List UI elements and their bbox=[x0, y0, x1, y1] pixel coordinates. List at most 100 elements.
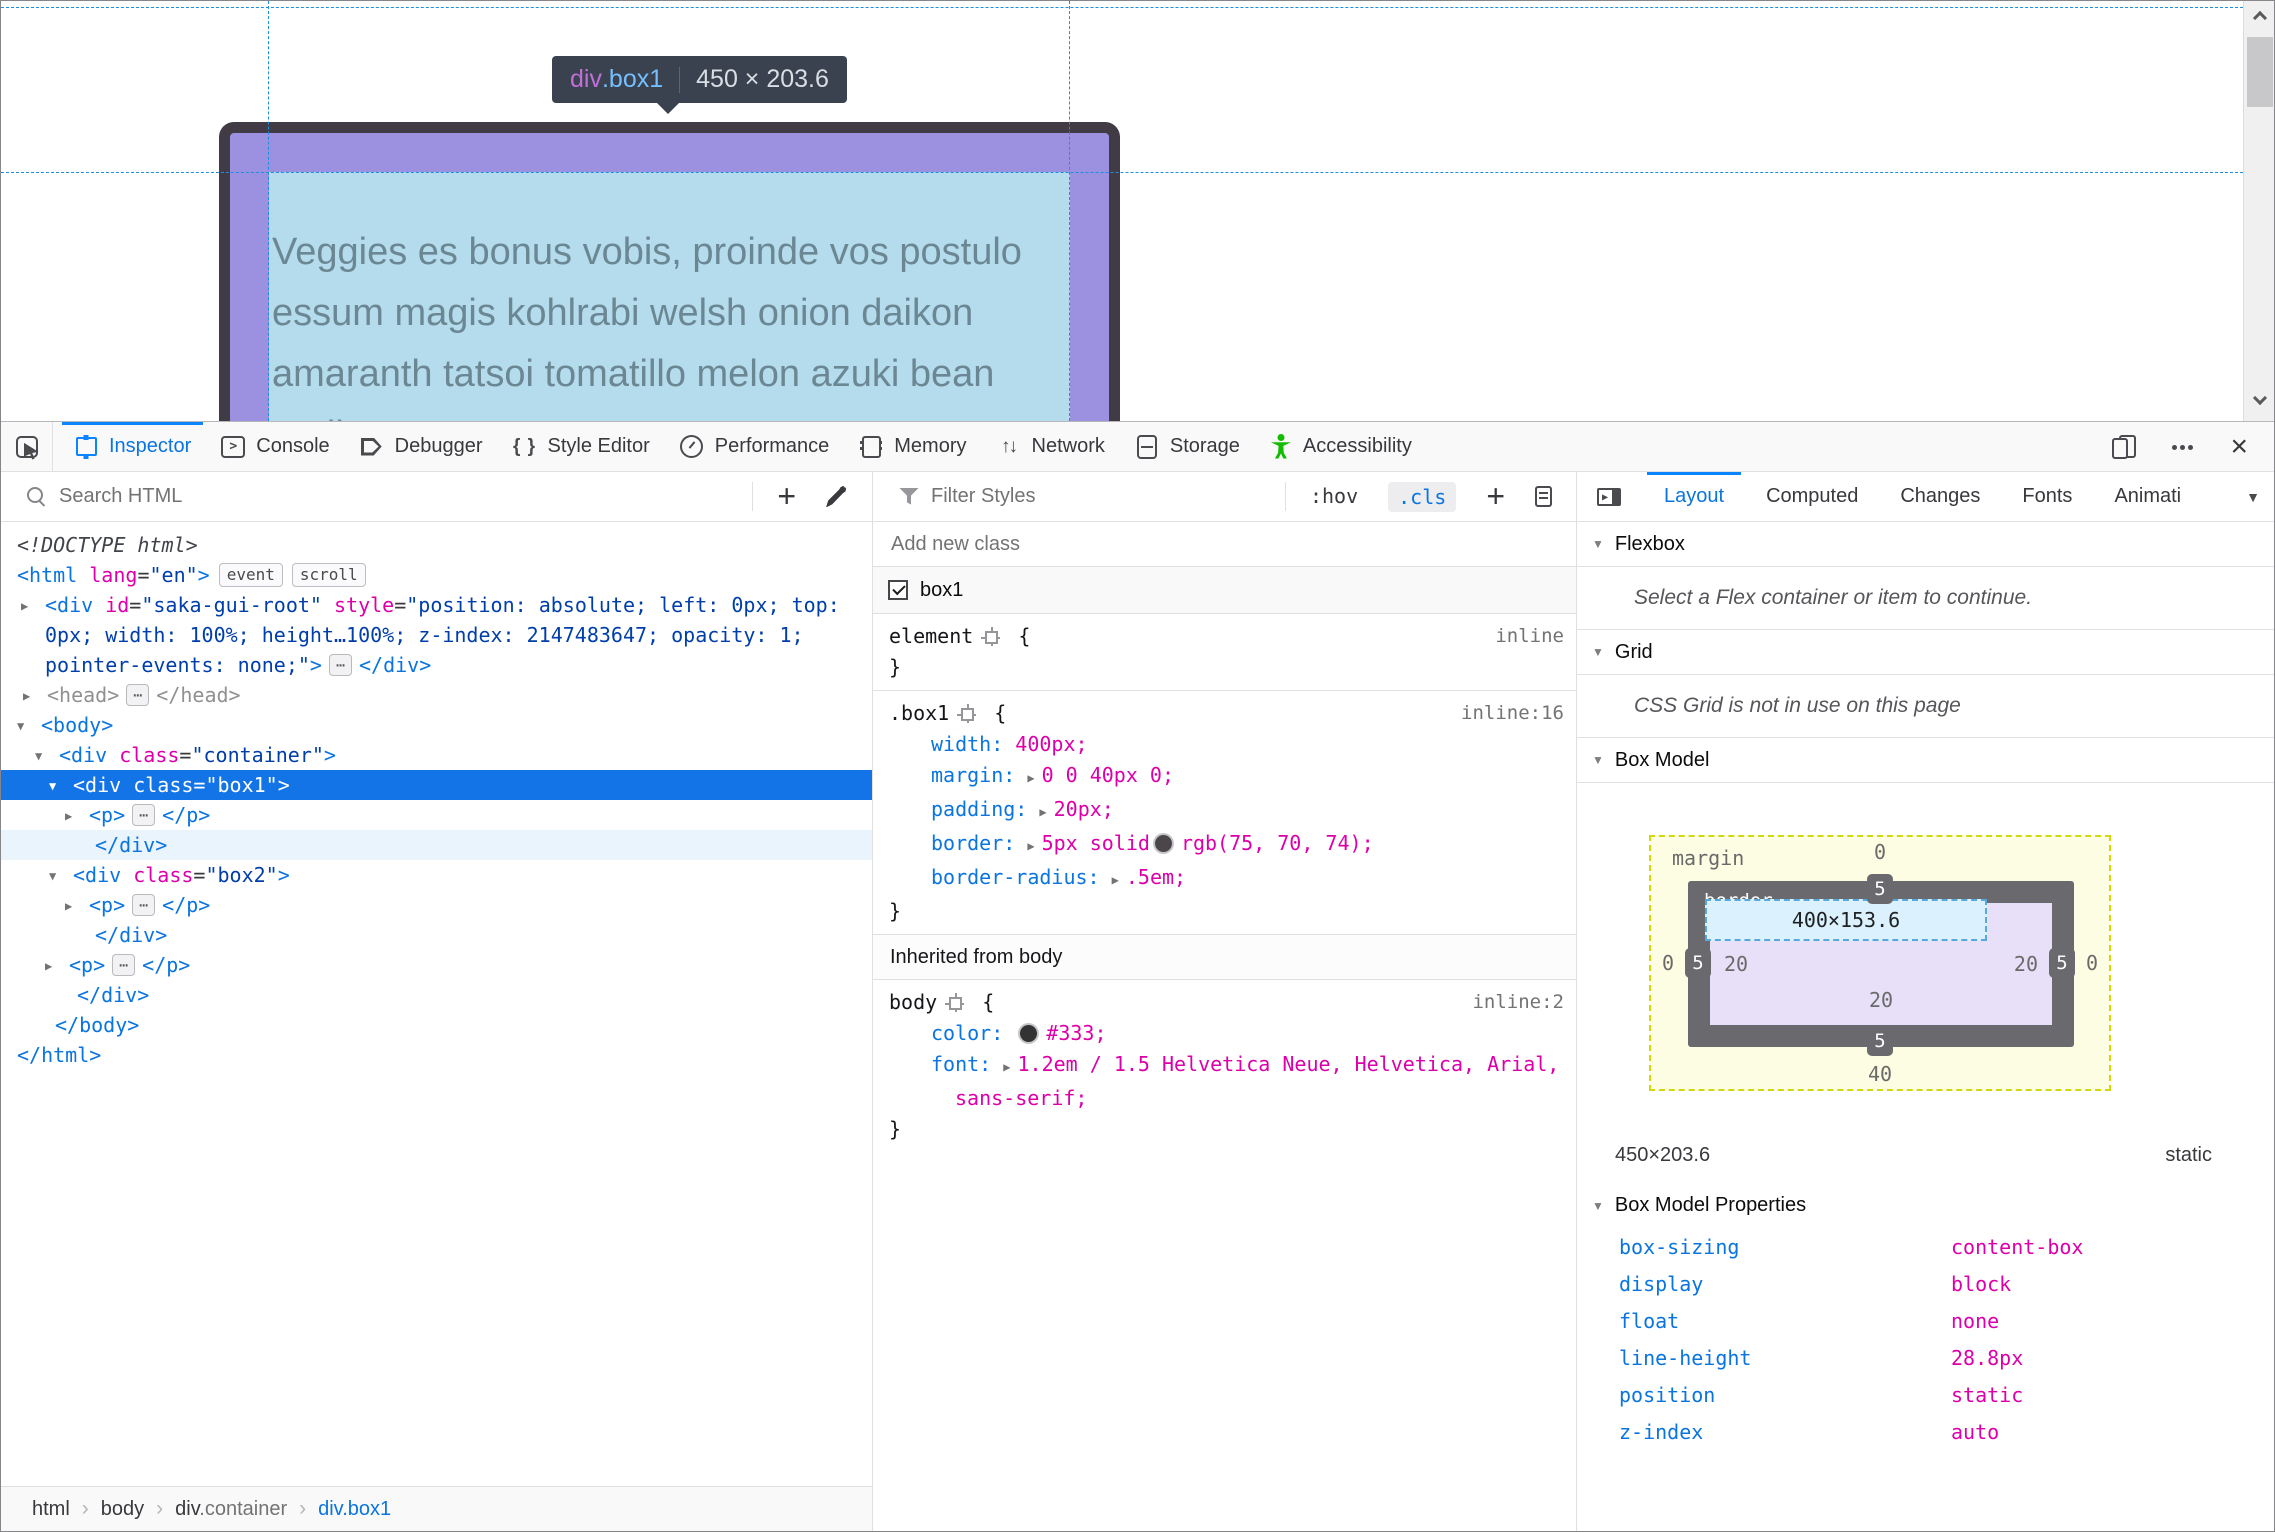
tab-style-editor[interactable]: Style Editor bbox=[498, 422, 665, 471]
css-declaration[interactable]: width: 400px; bbox=[889, 729, 1564, 760]
markup-tree-row[interactable]: ▼ <div class="container"> bbox=[1, 740, 872, 770]
expander-icon[interactable]: ▶ bbox=[1003, 1060, 1010, 1074]
css-declaration[interactable]: color: #333; bbox=[889, 1018, 1564, 1049]
ellipsis-badge[interactable]: ⋯ bbox=[112, 954, 136, 976]
page-scrollbar[interactable] bbox=[2243, 1, 2274, 421]
markup-tree-row[interactable]: ▶ <p> ⋯ </p> bbox=[1, 950, 872, 980]
rule-selector[interactable]: body bbox=[889, 990, 937, 1014]
css-declaration[interactable]: padding: ▶ 20px; bbox=[889, 794, 1564, 828]
property-name[interactable]: position bbox=[1619, 1383, 1715, 1407]
rule-source-link[interactable]: inline:2 bbox=[1472, 987, 1564, 1018]
add-class-row[interactable]: Add new class bbox=[873, 522, 1576, 567]
devtools-menu-icon[interactable] bbox=[2170, 435, 2196, 459]
selector-highlighter-icon[interactable] bbox=[945, 993, 963, 1010]
padding-left-value[interactable]: 20 bbox=[1724, 952, 1748, 976]
box-model-properties-header[interactable]: ▼ Box Model Properties bbox=[1577, 1183, 2274, 1228]
tab-memory[interactable]: Memory bbox=[844, 422, 981, 471]
responsive-design-mode-icon[interactable] bbox=[2112, 434, 2137, 459]
rule-source-link[interactable]: inline:16 bbox=[1461, 698, 1564, 729]
search-input[interactable]: Search HTML bbox=[59, 485, 182, 508]
box-model-diagram[interactable]: margin 0 40 0 0 border padding 20 20 20 … bbox=[1649, 835, 2111, 1091]
margin-bottom-value[interactable]: 40 bbox=[1868, 1062, 1892, 1086]
markup-tree-row[interactable]: ▶ <p> ⋯ </p> bbox=[1, 890, 872, 920]
markup-tree-row[interactable]: </html> bbox=[1, 1040, 872, 1070]
color-swatch[interactable] bbox=[1154, 835, 1172, 852]
event-badge[interactable]: scroll bbox=[291, 563, 366, 587]
tab-network[interactable]: Network bbox=[982, 422, 1120, 471]
property-name[interactable]: line-height bbox=[1619, 1346, 1751, 1370]
scroll-up-icon[interactable] bbox=[2252, 10, 2268, 26]
expander-icon[interactable]: ▶ bbox=[1112, 873, 1119, 887]
flexbox-section-header[interactable]: ▼ Flexbox bbox=[1577, 522, 2274, 567]
property-name[interactable]: display bbox=[1619, 1272, 1703, 1296]
selector-highlighter-icon[interactable] bbox=[981, 627, 999, 644]
expander-icon[interactable]: ▼ bbox=[17, 711, 24, 741]
node-picker-button[interactable] bbox=[1, 422, 53, 471]
ellipsis-badge[interactable]: ⋯ bbox=[132, 894, 156, 916]
ellipsis-badge[interactable]: ⋯ bbox=[132, 804, 156, 826]
tab-accessibility[interactable]: Accessibility bbox=[1255, 422, 1427, 471]
selector-highlighter-icon[interactable] bbox=[957, 704, 975, 721]
tab-performance[interactable]: Performance bbox=[665, 422, 845, 471]
box-model-content-size[interactable]: 400×153.6 bbox=[1705, 899, 1987, 941]
breadcrumb-item[interactable]: div.container bbox=[168, 1498, 294, 1521]
expander-icon[interactable]: ▼ bbox=[35, 741, 42, 771]
close-icon[interactable]: × bbox=[2230, 431, 2248, 461]
markup-tree-row[interactable]: ▼ <div class="box1"> bbox=[1, 770, 872, 800]
markup-tree-row[interactable]: ▼ <body> bbox=[1, 710, 872, 740]
tab-storage[interactable]: Storage bbox=[1120, 422, 1255, 471]
margin-top-value[interactable]: 0 bbox=[1874, 840, 1886, 864]
padding-right-value[interactable]: 20 bbox=[2014, 952, 2038, 976]
expander-icon[interactable]: ▶ bbox=[21, 591, 28, 621]
grid-section-header[interactable]: ▼ Grid bbox=[1577, 630, 2274, 675]
expander-icon[interactable]: ▶ bbox=[65, 891, 72, 921]
property-name[interactable]: box-sizing bbox=[1619, 1235, 1739, 1259]
breadcrumb-item[interactable]: html bbox=[25, 1498, 77, 1521]
margin-left-value[interactable]: 0 bbox=[1662, 951, 1674, 975]
tab-computed[interactable]: Computed bbox=[1745, 472, 1879, 521]
tab-fonts[interactable]: Fonts bbox=[2001, 472, 2093, 521]
markup-tree-row[interactable]: ▼ <div class="box2"> bbox=[1, 860, 872, 890]
margin-right-value[interactable]: 0 bbox=[2086, 951, 2098, 975]
expander-icon[interactable]: ▶ bbox=[1039, 805, 1046, 819]
markup-tree-row[interactable]: </div> bbox=[1, 980, 872, 1010]
box-model-section-header[interactable]: ▼ Box Model bbox=[1577, 738, 2274, 783]
print-simulation-icon[interactable] bbox=[1535, 485, 1552, 507]
all-tabs-dropdown-icon[interactable]: ▼ bbox=[2246, 489, 2260, 505]
markup-tree-row[interactable]: ▶ <p> ⋯ </p> bbox=[1, 800, 872, 830]
expander-icon[interactable]: ▶ bbox=[45, 951, 52, 981]
css-declaration[interactable]: margin: ▶ 0 0 40px 0; bbox=[889, 760, 1564, 794]
markup-tree-row[interactable]: </div> bbox=[1, 830, 872, 860]
padding-bottom-value[interactable]: 20 bbox=[1869, 988, 1893, 1012]
class-panel-toggle[interactable]: .cls bbox=[1388, 481, 1457, 512]
tab-changes[interactable]: Changes bbox=[1879, 472, 2001, 521]
filter-styles-input[interactable]: Filter Styles bbox=[931, 485, 1035, 508]
eyedropper-icon[interactable] bbox=[826, 485, 848, 507]
expander-icon[interactable]: ▶ bbox=[1027, 839, 1034, 853]
border-bottom-value[interactable]: 5 bbox=[1867, 1026, 1893, 1056]
pseudo-class-toggle[interactable]: :hov bbox=[1310, 484, 1358, 508]
event-badge[interactable]: event bbox=[218, 563, 283, 587]
tab-layout[interactable]: Layout bbox=[1643, 472, 1745, 521]
expander-icon[interactable]: ▼ bbox=[49, 771, 56, 801]
scroll-down-icon[interactable] bbox=[2252, 390, 2268, 406]
add-class-input[interactable]: Add new class bbox=[891, 533, 1020, 556]
expander-icon[interactable]: ▶ bbox=[23, 681, 30, 711]
tab-animati[interactable]: Animati bbox=[2093, 472, 2202, 521]
markup-tree-row[interactable]: ▶ <head> ⋯ </head> bbox=[1, 680, 872, 710]
expander-icon[interactable]: ▶ bbox=[65, 801, 72, 831]
rule-source-link[interactable]: inline bbox=[1495, 621, 1564, 652]
css-declaration[interactable]: font: ▶ 1.2em / 1.5 Helvetica Neue, Helve… bbox=[889, 1049, 1564, 1114]
css-declaration[interactable]: border-radius: ▶ .5em; bbox=[889, 862, 1564, 896]
border-right-value[interactable]: 5 bbox=[2049, 948, 2075, 978]
markup-tree-row[interactable]: </body> bbox=[1, 1010, 872, 1040]
border-left-value[interactable]: 5 bbox=[1685, 948, 1711, 978]
expander-icon[interactable]: ▼ bbox=[49, 861, 56, 891]
breadcrumb-item[interactable]: body bbox=[94, 1498, 151, 1521]
tab-console[interactable]: Console bbox=[206, 422, 344, 471]
markup-tree-row[interactable]: <html lang="en"> event scroll bbox=[1, 560, 872, 590]
rule-selector[interactable]: .box1 bbox=[889, 701, 949, 725]
add-node-icon[interactable]: + bbox=[777, 480, 796, 512]
color-swatch[interactable] bbox=[1020, 1025, 1038, 1042]
markup-tree-row[interactable]: </div> bbox=[1, 920, 872, 950]
